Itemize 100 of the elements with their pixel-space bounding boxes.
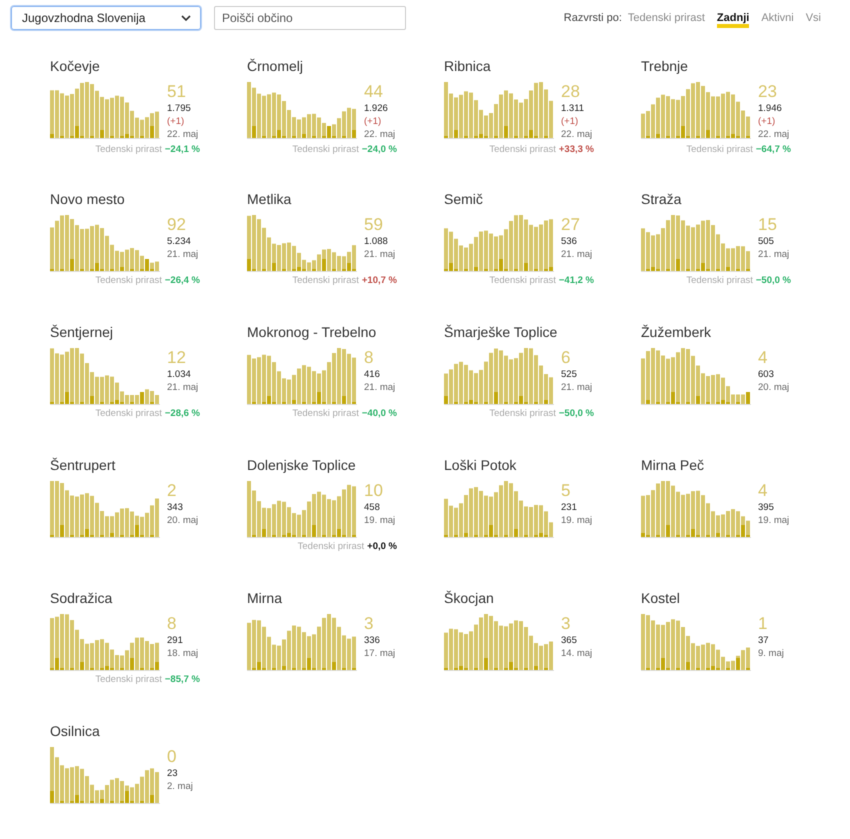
date-label: 2. maj bbox=[167, 780, 193, 793]
active-count: 6 bbox=[561, 348, 572, 368]
municipality-name: Semič bbox=[444, 191, 484, 209]
growth-label: Tedenski prirast bbox=[292, 144, 359, 155]
active-count: 3 bbox=[561, 614, 572, 634]
date-label: 18. maj bbox=[167, 647, 198, 660]
municipality-name: Trebnje bbox=[641, 58, 689, 76]
date-label: 21. maj bbox=[561, 381, 592, 394]
municipality-name: Osilnica bbox=[50, 723, 101, 741]
active-count: 51 bbox=[167, 82, 187, 102]
municipality-name: Šentrupert bbox=[50, 457, 116, 475]
active-count: 92 bbox=[167, 215, 187, 235]
municipality-name: Škocjan bbox=[444, 590, 495, 608]
total-count: 1.926 bbox=[364, 102, 389, 115]
growth-value: −28,6 % bbox=[164, 408, 200, 419]
growth-value: −40,0 % bbox=[362, 408, 397, 419]
active-count: 27 bbox=[561, 215, 581, 235]
active-count: 5 bbox=[561, 481, 572, 501]
growth-label: Tedenski prirast bbox=[686, 275, 753, 286]
sort-tab[interactable]: Vsi bbox=[806, 12, 821, 24]
total-count: 365 bbox=[561, 634, 578, 647]
active-count: 3 bbox=[364, 614, 374, 634]
total-count: 343 bbox=[167, 501, 184, 514]
growth-value: −24,0 % bbox=[362, 144, 397, 155]
municipality-name: Loški Potok bbox=[444, 457, 518, 475]
total-count: 416 bbox=[364, 368, 381, 381]
growth-label: Tedenski prirast bbox=[686, 144, 753, 155]
total-count: 505 bbox=[758, 235, 775, 248]
active-count: 12 bbox=[167, 348, 187, 368]
total-count: 603 bbox=[758, 368, 775, 381]
growth-value: −50,0 % bbox=[558, 408, 594, 419]
growth-label: Tedenski prirast bbox=[292, 275, 359, 286]
total-count: 5.234 bbox=[167, 235, 192, 248]
active-count: 8 bbox=[364, 348, 374, 368]
active-count: 8 bbox=[167, 614, 178, 634]
date-label: 22. maj bbox=[758, 128, 790, 141]
total-count: 336 bbox=[364, 634, 381, 647]
total-count: 395 bbox=[758, 501, 775, 514]
search-field[interactable]: Poišči občino bbox=[214, 6, 406, 30]
municipality-name: Metlika bbox=[247, 191, 292, 209]
total-count: 231 bbox=[561, 501, 578, 514]
active-count: 4 bbox=[758, 348, 768, 368]
municipality-name: Črnomelj bbox=[247, 58, 304, 76]
municipality-name: Mirna Peč bbox=[641, 457, 706, 475]
sort-label: Razvrsti po: bbox=[564, 12, 622, 24]
active-count: 59 bbox=[364, 215, 384, 235]
date-label: 21. maj bbox=[364, 381, 396, 394]
active-count: 1 bbox=[758, 614, 768, 634]
total-count: 525 bbox=[561, 368, 578, 381]
date-label: 14. maj bbox=[561, 647, 592, 660]
active-count: 44 bbox=[364, 82, 384, 102]
total-count: 1.795 bbox=[167, 102, 192, 115]
municipality-name: Sodražica bbox=[50, 590, 114, 608]
growth-label: Tedenski prirast bbox=[298, 541, 364, 552]
growth-label: Tedenski prirast bbox=[489, 275, 556, 286]
active-count: 10 bbox=[364, 481, 384, 501]
sort-tab[interactable]: Zadnji bbox=[716, 12, 750, 28]
total-count: 1.088 bbox=[364, 235, 389, 248]
date-label: 21. maj bbox=[758, 248, 790, 261]
active-count: 15 bbox=[758, 215, 778, 235]
total-count: 536 bbox=[561, 235, 578, 248]
sort-tab[interactable]: Tedenski prirast bbox=[628, 12, 705, 24]
active-count: 28 bbox=[561, 82, 581, 102]
growth-label: Tedenski prirast bbox=[95, 408, 162, 419]
municipality-name: Ribnica bbox=[444, 58, 492, 76]
growth-label: Tedenski prirast bbox=[95, 674, 162, 685]
growth-value: +33,3 % bbox=[558, 144, 594, 155]
date-label: 21. maj bbox=[364, 248, 396, 261]
daily-change: (+1) bbox=[758, 115, 776, 128]
daily-change: (+1) bbox=[561, 115, 580, 128]
municipality-name: Kočevje bbox=[50, 58, 101, 76]
growth-label: Tedenski prirast bbox=[95, 144, 162, 155]
date-label: 21. maj bbox=[167, 248, 198, 261]
growth-label: Tedenski prirast bbox=[95, 275, 162, 286]
active-count: 23 bbox=[758, 82, 778, 102]
date-label: 22. maj bbox=[364, 128, 396, 141]
total-count: 291 bbox=[167, 634, 184, 647]
date-label: 20. maj bbox=[758, 381, 790, 394]
growth-value: +0,0 % bbox=[367, 541, 397, 552]
municipality-name: Straža bbox=[641, 191, 682, 209]
growth-label: Tedenski prirast bbox=[489, 408, 556, 419]
municipality-name: Mirna bbox=[247, 590, 284, 608]
sort-tab[interactable]: Aktivni bbox=[761, 12, 794, 24]
growth-value: −24,1 % bbox=[164, 144, 200, 155]
municipality-name: Dolenjske Toplice bbox=[247, 457, 357, 475]
municipality-name: Žužemberk bbox=[641, 324, 712, 342]
growth-label: Tedenski prirast bbox=[489, 144, 556, 155]
date-label: 9. maj bbox=[758, 647, 784, 660]
growth-value: −85,7 % bbox=[164, 674, 200, 685]
date-label: 17. maj bbox=[364, 647, 396, 660]
date-label: 21. maj bbox=[167, 381, 198, 394]
total-count: 23 bbox=[167, 767, 179, 780]
region-select[interactable]: Jugovzhodna Slovenija bbox=[11, 6, 201, 30]
growth-value: −64,7 % bbox=[756, 144, 791, 155]
growth-value: +10,7 % bbox=[362, 275, 397, 286]
growth-label: Tedenski prirast bbox=[292, 408, 359, 419]
active-count: 4 bbox=[758, 481, 768, 501]
growth-value: −26,4 % bbox=[164, 275, 200, 286]
total-count: 1.311 bbox=[561, 102, 586, 115]
daily-change: (+1) bbox=[167, 115, 186, 128]
